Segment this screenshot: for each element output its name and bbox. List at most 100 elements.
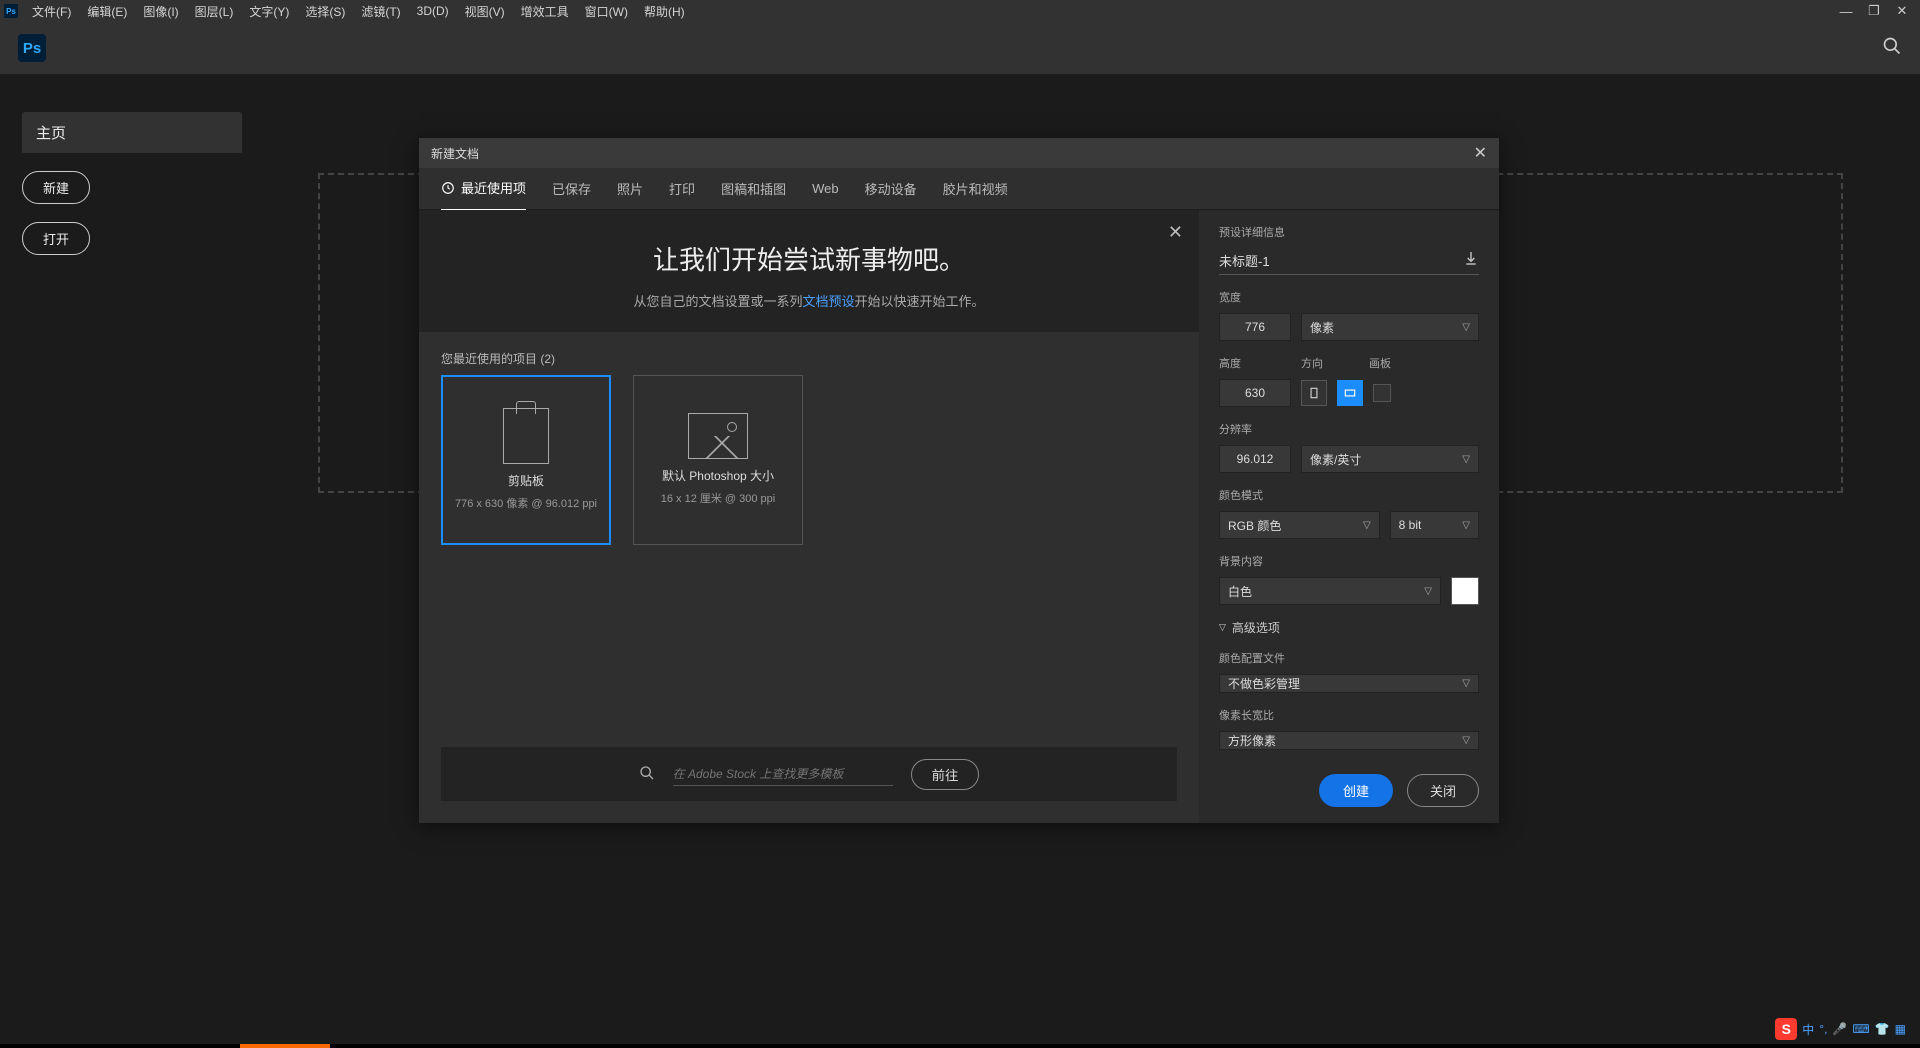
color-mode-label: 颜色模式 bbox=[1219, 487, 1479, 503]
width-input[interactable] bbox=[1219, 313, 1291, 341]
save-preset-icon[interactable] bbox=[1463, 250, 1479, 270]
background-color-swatch[interactable] bbox=[1451, 577, 1479, 605]
background-select[interactable]: 白色▽ bbox=[1219, 577, 1441, 605]
tab-recent-label: 最近使用项 bbox=[461, 178, 526, 197]
preset-default-size[interactable]: 默认 Photoshop 大小 16 x 12 厘米 @ 300 ppi bbox=[633, 375, 803, 545]
menu-help[interactable]: 帮助(H) bbox=[636, 3, 693, 20]
ime-menu-icon[interactable]: ▦ bbox=[1895, 1022, 1906, 1036]
taskbar bbox=[0, 1044, 1920, 1048]
artboard-label: 画板 bbox=[1369, 355, 1391, 371]
ime-skin-icon[interactable]: 👕 bbox=[1875, 1022, 1890, 1036]
menu-edit[interactable]: 编辑(E) bbox=[79, 3, 135, 20]
close-button[interactable]: 关闭 bbox=[1407, 774, 1479, 807]
hero-text-pre: 从您自己的文档设置或一系列 bbox=[633, 294, 802, 309]
color-mode-value: RGB 颜色 bbox=[1228, 517, 1281, 534]
menu-view[interactable]: 视图(V) bbox=[457, 3, 513, 20]
tab-art[interactable]: 图稿和插图 bbox=[721, 167, 786, 210]
hero-title: 让我们开始尝试新事物吧。 bbox=[459, 240, 1159, 277]
bit-depth-value: 8 bit bbox=[1399, 518, 1422, 532]
stock-search-input[interactable] bbox=[673, 763, 893, 786]
color-profile-label: 颜色配置文件 bbox=[1219, 650, 1479, 666]
chevron-down-icon: ▽ bbox=[1462, 520, 1470, 531]
menu-layer[interactable]: 图层(L) bbox=[187, 3, 242, 20]
width-unit-select[interactable]: 像素 ▽ bbox=[1301, 313, 1479, 341]
color-mode-select[interactable]: RGB 颜色 ▽ bbox=[1219, 511, 1380, 539]
chevron-down-icon: ▽ bbox=[1462, 322, 1470, 333]
preset-clipboard[interactable]: 剪贴板 776 x 630 像素 @ 96.012 ppi bbox=[441, 375, 611, 545]
width-unit-value: 像素 bbox=[1310, 319, 1334, 336]
preset-subtitle: 16 x 12 厘米 @ 300 ppi bbox=[661, 492, 776, 506]
artboard-checkbox[interactable] bbox=[1373, 384, 1391, 402]
resolution-unit-select[interactable]: 像素/英寸▽ bbox=[1301, 445, 1479, 473]
document-name-input[interactable] bbox=[1219, 253, 1455, 268]
hero-banner: ✕ 让我们开始尝试新事物吧。 从您自己的文档设置或一系列文档预设开始以快速开始工… bbox=[419, 210, 1199, 332]
chevron-down-icon: ▽ bbox=[1424, 586, 1432, 597]
dialog-titlebar: 新建文档 ✕ bbox=[419, 138, 1499, 168]
search-icon[interactable] bbox=[1882, 36, 1902, 61]
ime-keyboard-icon[interactable]: ⌨ bbox=[1852, 1022, 1869, 1036]
dialog-title: 新建文档 bbox=[431, 145, 479, 162]
sogou-ime-icon[interactable]: S bbox=[1775, 1018, 1797, 1040]
height-input[interactable] bbox=[1219, 379, 1291, 407]
home-tab[interactable]: 主页 bbox=[22, 112, 242, 153]
orientation-landscape-button[interactable] bbox=[1337, 380, 1363, 406]
bit-depth-select[interactable]: 8 bit ▽ bbox=[1390, 511, 1479, 539]
ime-lang[interactable]: 中 bbox=[1802, 1021, 1814, 1038]
image-icon bbox=[688, 413, 748, 459]
ime-punct-icon[interactable]: °, bbox=[1819, 1022, 1827, 1036]
preset-list: 剪贴板 776 x 630 像素 @ 96.012 ppi 默认 Photosh… bbox=[419, 375, 1199, 567]
ime-indicator[interactable]: S 中 °, 🎤 ⌨ 👕 ▦ bbox=[1775, 1018, 1906, 1040]
color-profile-select[interactable]: 不做色彩管理 ▽ bbox=[1219, 674, 1479, 693]
menu-file[interactable]: 文件(F) bbox=[24, 3, 79, 20]
menu-select[interactable]: 选择(S) bbox=[297, 3, 353, 20]
tab-recent[interactable]: 最近使用项 bbox=[441, 166, 526, 211]
menu-type[interactable]: 文字(Y) bbox=[241, 3, 297, 20]
ps-small-icon: Ps bbox=[4, 4, 18, 18]
menu-image[interactable]: 图像(I) bbox=[135, 3, 186, 20]
dialog-tabs: 最近使用项 已保存 照片 打印 图稿和插图 Web 移动设备 胶片和视频 bbox=[419, 168, 1499, 210]
hero-text-post: 开始以快速开始工作。 bbox=[855, 294, 985, 309]
create-button[interactable]: 创建 bbox=[1319, 774, 1393, 807]
tab-saved[interactable]: 已保存 bbox=[552, 167, 591, 210]
stock-go-button[interactable]: 前往 bbox=[911, 759, 980, 790]
menu-plugins[interactable]: 增效工具 bbox=[513, 3, 577, 20]
advanced-options-toggle[interactable]: ▽ 高级选项 bbox=[1219, 619, 1479, 636]
recent-items-label: 您最近使用的项目 (2) bbox=[419, 332, 1199, 375]
dialog-close-icon[interactable]: ✕ bbox=[1474, 143, 1487, 163]
new-button[interactable]: 新建 bbox=[22, 171, 90, 204]
stock-search-icon bbox=[639, 765, 655, 784]
tab-photo[interactable]: 照片 bbox=[617, 167, 643, 210]
new-document-dialog: 新建文档 ✕ 最近使用项 已保存 照片 打印 图稿和插图 Web 移动设备 胶片… bbox=[419, 138, 1499, 823]
resolution-unit-value: 像素/英寸 bbox=[1310, 451, 1361, 468]
hero-text: 从您自己的文档设置或一系列文档预设开始以快速开始工作。 bbox=[459, 291, 1159, 310]
tab-mobile[interactable]: 移动设备 bbox=[865, 167, 917, 210]
chevron-down-icon: ▽ bbox=[1363, 520, 1371, 531]
tab-film[interactable]: 胶片和视频 bbox=[943, 167, 1008, 210]
tab-web[interactable]: Web bbox=[812, 169, 839, 208]
preset-details-panel: 预设详细信息 宽度 像素▽ 高度 方向 画板 bbox=[1199, 210, 1499, 823]
window-close-icon[interactable]: ✕ bbox=[1888, 3, 1916, 19]
menu-window[interactable]: 窗口(W) bbox=[577, 3, 636, 20]
advanced-label: 高级选项 bbox=[1232, 619, 1280, 636]
resolution-label: 分辨率 bbox=[1219, 421, 1479, 437]
chevron-down-icon: ▽ bbox=[1462, 678, 1470, 689]
pixel-aspect-value: 方形像素 bbox=[1228, 732, 1276, 749]
hero-presets-link[interactable]: 文档预设 bbox=[802, 294, 854, 309]
window-minimize-icon[interactable]: — bbox=[1832, 4, 1860, 19]
width-label: 宽度 bbox=[1219, 289, 1479, 305]
ps-logo-icon: Ps bbox=[18, 34, 46, 62]
hero-close-icon[interactable]: ✕ bbox=[1168, 222, 1183, 243]
dialog-left-pane: ✕ 让我们开始尝试新事物吧。 从您自己的文档设置或一系列文档预设开始以快速开始工… bbox=[419, 210, 1199, 823]
menu-3d[interactable]: 3D(D) bbox=[409, 4, 457, 18]
tab-print[interactable]: 打印 bbox=[669, 167, 695, 210]
window-maximize-icon[interactable]: ❐ bbox=[1860, 3, 1888, 19]
pixel-aspect-select[interactable]: 方形像素▽ bbox=[1219, 731, 1479, 750]
open-button[interactable]: 打开 bbox=[22, 222, 90, 255]
orientation-portrait-button[interactable] bbox=[1301, 380, 1327, 406]
ime-mic-icon[interactable]: 🎤 bbox=[1832, 1022, 1847, 1036]
resolution-input[interactable] bbox=[1219, 445, 1291, 473]
background-label: 背景内容 bbox=[1219, 553, 1479, 569]
chevron-down-icon: ▽ bbox=[1219, 622, 1226, 633]
menu-filter[interactable]: 滤镜(T) bbox=[353, 3, 408, 20]
color-profile-value: 不做色彩管理 bbox=[1228, 675, 1300, 692]
